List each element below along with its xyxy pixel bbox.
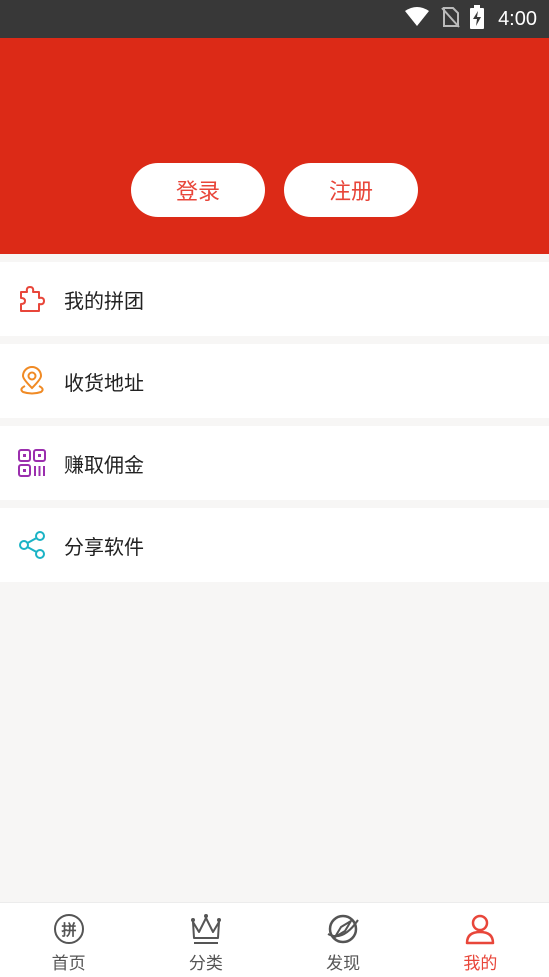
qr-code-icon [16, 447, 48, 479]
svg-text:拼: 拼 [61, 921, 76, 939]
tab-discover[interactable]: 发现 [275, 903, 412, 977]
wifi-icon [404, 7, 430, 31]
tab-label: 分类 [188, 954, 223, 974]
user-icon [462, 911, 498, 947]
menu-item-shipping-address[interactable]: 收货地址 [0, 344, 549, 418]
compass-icon [325, 911, 361, 947]
tab-label: 发现 [326, 954, 361, 974]
tab-category[interactable]: 分类 [137, 903, 274, 977]
login-button[interactable]: 登录 [131, 163, 265, 217]
menu-item-share-app[interactable]: 分享软件 [0, 508, 549, 582]
home-pin-icon: 拼 [51, 911, 87, 947]
tab-home[interactable]: 拼 首页 [0, 903, 137, 977]
menu-item-label: 我的拼团 [64, 288, 144, 313]
bottom-tab-bar: 拼 首页 分类 发现 我的 [0, 902, 549, 977]
menu-item-label: 赚取佣金 [64, 452, 144, 477]
location-pin-icon [16, 365, 48, 397]
battery-charging-icon [470, 5, 485, 33]
status-bar: 4:00 [0, 0, 549, 38]
share-icon [16, 529, 48, 561]
status-time: 4:00 [498, 7, 537, 30]
menu-item-earn-commission[interactable]: 赚取佣金 [0, 426, 549, 500]
tab-label: 我的 [463, 954, 498, 974]
tab-label: 首页 [51, 954, 86, 974]
profile-menu: 我的拼团 收货地址 赚取佣金 分享软件 [0, 262, 549, 590]
no-sim-icon [440, 6, 460, 32]
menu-item-label: 收货地址 [64, 370, 144, 395]
menu-item-label: 分享软件 [64, 534, 144, 559]
tab-mine[interactable]: 我的 [412, 903, 549, 977]
menu-item-my-group-buys[interactable]: 我的拼团 [0, 262, 549, 336]
puzzle-icon [16, 283, 48, 315]
profile-header: 登录 注册 [0, 38, 549, 254]
register-button[interactable]: 注册 [284, 163, 418, 217]
crown-icon [188, 911, 224, 947]
